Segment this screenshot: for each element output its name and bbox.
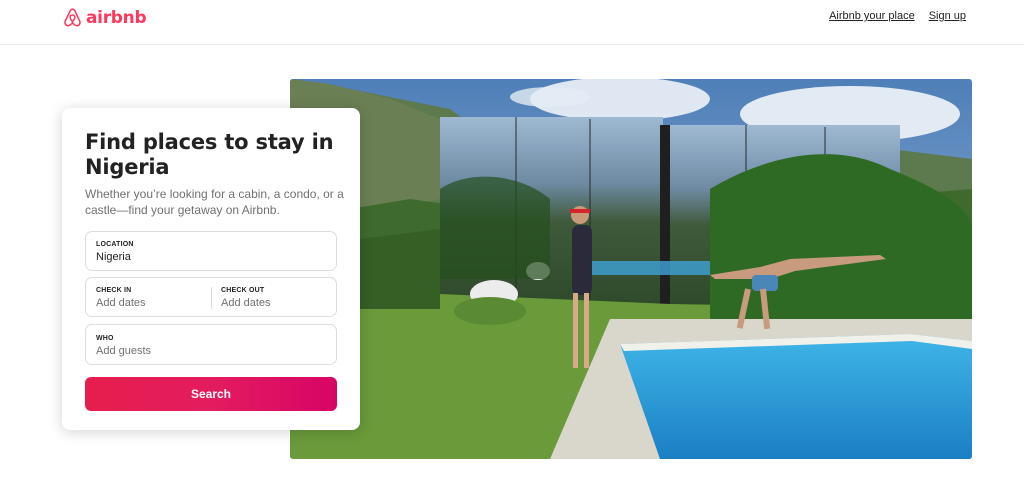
hero-image: [290, 79, 972, 459]
page-subtitle: Whether you’re looking for a cabin, a co…: [85, 187, 344, 217]
header-nav: Airbnb your place Sign up: [829, 10, 966, 22]
search-card: Find places to stay in Nigeria Whether y…: [62, 108, 360, 430]
airbnb-logo[interactable]: airbnb: [62, 7, 147, 29]
logo-wordmark: airbnb: [86, 8, 147, 28]
location-label: LOCATION: [96, 241, 134, 248]
airbnb-logo-icon: [64, 8, 81, 27]
who-label: WHO: [96, 335, 114, 342]
guests-placeholder: Add guests: [96, 345, 152, 357]
check-in-placeholder: Add dates: [96, 297, 146, 309]
guests-field[interactable]: WHO Add guests: [85, 324, 337, 365]
check-out-label: CHECK OUT: [221, 287, 265, 294]
check-out-placeholder: Add dates: [221, 297, 271, 309]
hero-photo: [290, 79, 972, 459]
location-value[interactable]: Nigeria: [96, 251, 326, 263]
check-out-field[interactable]: CHECK OUT Add dates: [211, 278, 336, 316]
signup-link[interactable]: Sign up: [929, 10, 966, 22]
check-in-label: CHECK IN: [96, 287, 132, 294]
host-link[interactable]: Airbnb your place: [829, 10, 915, 22]
search-button[interactable]: Search: [85, 377, 337, 411]
page-title: Find places to stay in Nigeria: [85, 130, 334, 179]
location-field[interactable]: LOCATION Nigeria: [85, 231, 337, 271]
dates-field: CHECK IN Add dates CHECK OUT Add dates: [85, 277, 337, 317]
top-header: airbnb Airbnb your place Sign up: [0, 0, 1024, 45]
check-in-field[interactable]: CHECK IN Add dates: [86, 278, 211, 316]
